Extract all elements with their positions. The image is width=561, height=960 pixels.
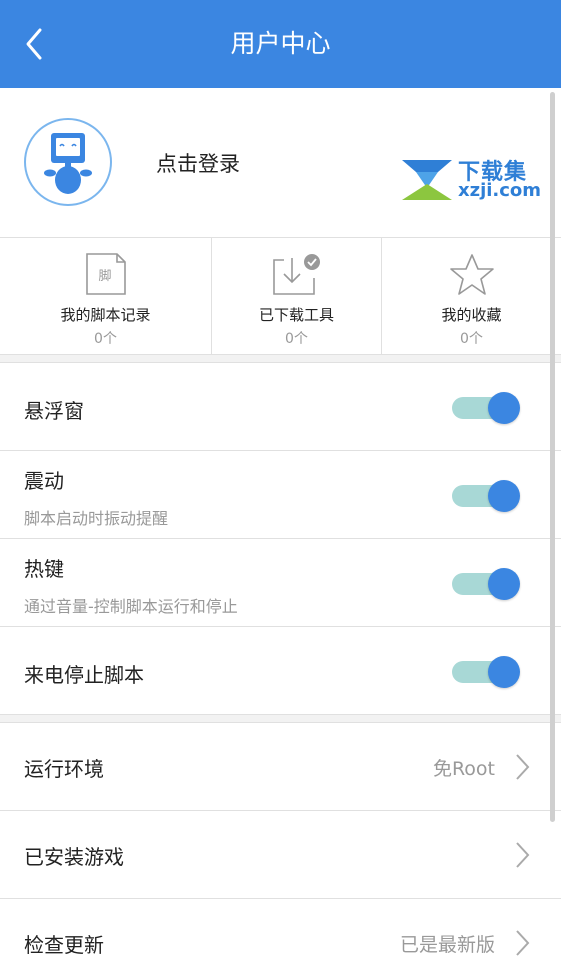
setting-subtitle: 脚本启动时振动提醒 (24, 509, 169, 528)
nav-value: 已是最新版 (399, 934, 495, 956)
stat-script-records[interactable]: 脚 我的脚本记录 0个 (0, 238, 211, 355)
stat-label: 我的收藏 (441, 306, 502, 324)
avatar[interactable] (24, 118, 112, 206)
robot-avatar-icon (44, 133, 92, 194)
nav-title: 运行环境 (24, 757, 104, 781)
profile-card[interactable]: 点击登录 下载集 xzji.com (0, 88, 561, 237)
stat-label: 已下载工具 (258, 306, 334, 324)
script-icon-glyph: 脚 (98, 268, 111, 284)
script-file-icon: 脚 (84, 252, 128, 300)
vibration-toggle[interactable] (452, 480, 520, 512)
stat-favorites[interactable]: 我的收藏 0个 (381, 238, 561, 355)
hotkey-toggle[interactable] (452, 568, 520, 600)
app-header: 用户中心 (0, 0, 561, 88)
setting-title: 来电停止脚本 (24, 663, 144, 687)
nav-runtime-environment[interactable]: 运行环境 免Root (0, 723, 561, 811)
navigation-list: 运行环境 免Root 已安装游戏 检查更新 已是最新版 (0, 722, 561, 960)
nav-check-update[interactable]: 检查更新 已是最新版 (0, 899, 561, 960)
stat-count: 0个 (460, 331, 483, 347)
nav-value: 免Root (432, 758, 495, 780)
nav-installed-games[interactable]: 已安装游戏 (0, 811, 561, 899)
settings-toggles: 悬浮窗 震动 脚本启动时振动提醒 热键 通过音量-控制脚本运行和停止 来电停止脚… (0, 362, 561, 715)
setting-stop-on-call: 来电停止脚本 (0, 627, 561, 715)
floating-window-toggle[interactable] (452, 392, 520, 424)
chevron-right-icon (516, 842, 530, 868)
download-tray-icon (270, 252, 324, 302)
chevron-right-icon (516, 930, 530, 956)
stat-downloaded-tools[interactable]: 已下载工具 0个 (211, 238, 381, 355)
site-watermark: 下载集 xzji.com (400, 154, 542, 202)
setting-subtitle: 通过音量-控制脚本运行和停止 (24, 597, 238, 616)
setting-hotkey: 热键 通过音量-控制脚本运行和停止 (0, 539, 561, 627)
stat-count: 0个 (285, 331, 308, 347)
setting-vibration: 震动 脚本启动时振动提醒 (0, 451, 561, 539)
nav-title: 已安装游戏 (24, 845, 124, 869)
stop-on-call-toggle[interactable] (452, 656, 520, 688)
setting-title: 热键 (24, 557, 64, 581)
setting-title: 震动 (24, 469, 64, 493)
page-title: 用户中心 (230, 29, 331, 58)
stat-label: 我的脚本记录 (60, 306, 151, 324)
stat-count: 0个 (94, 331, 117, 347)
login-prompt[interactable]: 点击登录 (156, 148, 240, 178)
nav-title: 检查更新 (24, 933, 104, 957)
setting-title: 悬浮窗 (24, 399, 84, 423)
scrollbar[interactable] (550, 92, 555, 822)
chevron-right-icon (516, 754, 530, 780)
download-arrow-logo-icon (402, 160, 452, 200)
watermark-en: xzji.com (458, 180, 542, 201)
stats-bar: 脚 我的脚本记录 0个 已下载工具 0个 我的收藏 0个 (0, 237, 561, 355)
setting-floating-window: 悬浮窗 (0, 363, 561, 451)
star-outline-icon (449, 252, 495, 300)
